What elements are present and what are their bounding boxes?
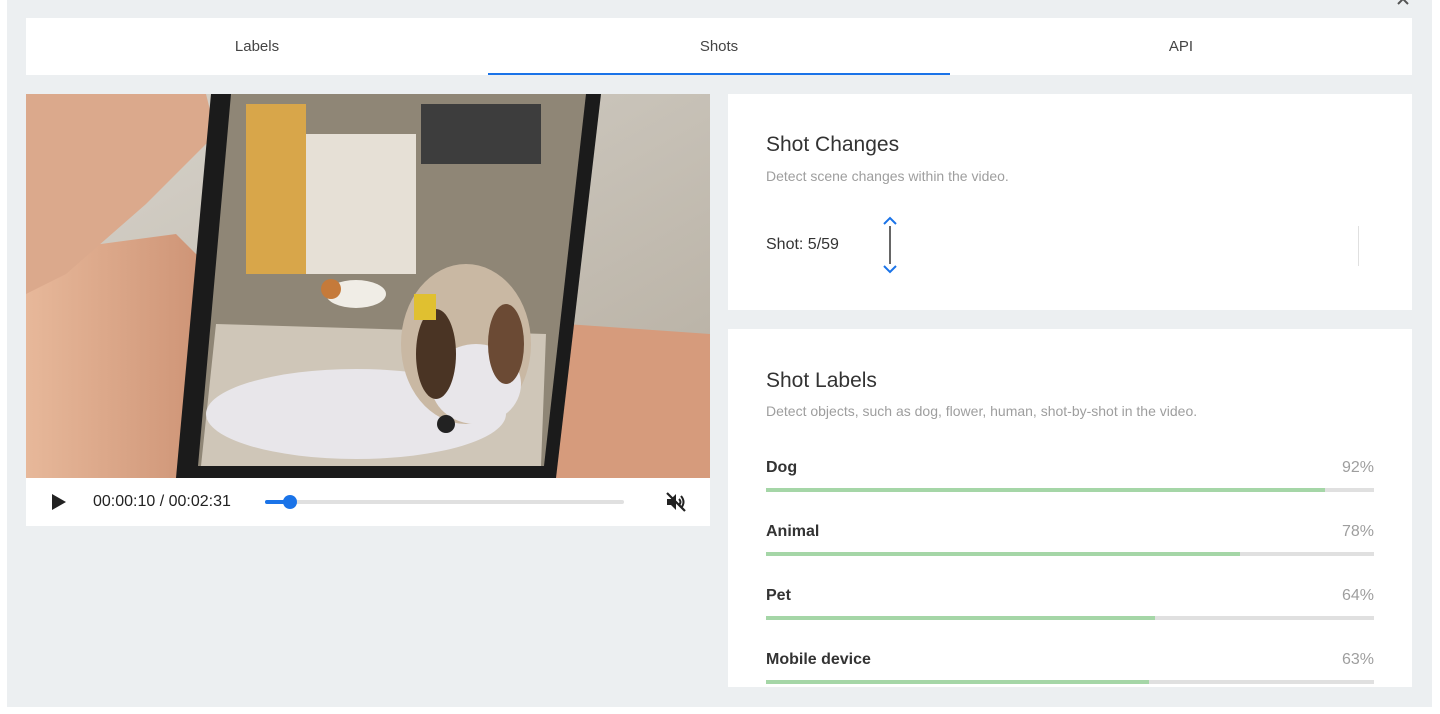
confidence-bar [766, 680, 1374, 684]
label-row: Mobile device 63% [766, 651, 1374, 687]
label-name: Mobile device [766, 651, 871, 668]
video-frame[interactable] [26, 94, 710, 478]
tab-shots[interactable]: Shots [488, 18, 950, 75]
app-container: Labels Shots API 00:00:10 / 00:02:31 Sho… [7, 0, 1432, 707]
label-row: Pet 64% [766, 587, 1374, 627]
label-percent: 63% [1341, 651, 1374, 668]
tab-api[interactable]: API [950, 18, 1412, 75]
seek-bar[interactable] [265, 495, 624, 509]
divider [1358, 226, 1359, 266]
label-row: Dog 92% [766, 459, 1374, 499]
shot-labels-card: Shot Labels Detect objects, such as dog,… [728, 329, 1412, 687]
video-player: 00:00:10 / 00:02:31 [26, 94, 710, 526]
video-controls: 00:00:10 / 00:02:31 [26, 478, 710, 526]
card-subtitle: Detect scene changes within the video. [766, 168, 1009, 184]
play-icon[interactable] [52, 494, 66, 510]
tab-label: Shots [699, 38, 739, 55]
label-name: Dog [766, 459, 798, 476]
confidence-bar [766, 488, 1374, 492]
confidence-fill [766, 616, 1156, 620]
label-row: Animal 78% [766, 523, 1374, 563]
shot-counter: Shot: 5/59 [766, 236, 839, 253]
tab-label: API [1168, 38, 1194, 55]
card-subtitle: Detect objects, such as dog, flower, hum… [766, 403, 1198, 419]
label-percent: 64% [1341, 587, 1374, 604]
card-title: Shot Labels [766, 369, 877, 392]
card-title: Shot Changes [766, 133, 900, 156]
time-display: 00:00:10 / 00:02:31 [93, 493, 231, 510]
tab-labels[interactable]: Labels [26, 18, 488, 75]
confidence-fill [766, 488, 1326, 492]
label-percent: 92% [1341, 459, 1374, 476]
label-name: Pet [766, 587, 791, 604]
label-percent: 78% [1341, 523, 1374, 540]
tab-bar: Labels Shots API [26, 18, 1412, 75]
seek-thumb[interactable] [283, 495, 298, 509]
shot-stepper-icon[interactable] [878, 216, 902, 276]
confidence-fill [766, 552, 1241, 556]
tab-label: Labels [234, 38, 280, 55]
label-name: Animal [766, 523, 820, 540]
confidence-fill [766, 680, 1150, 684]
shot-changes-card: Shot Changes Detect scene changes within… [728, 94, 1412, 310]
close-icon[interactable] [1396, 0, 1410, 6]
confidence-bar [766, 552, 1374, 556]
video-thumbnail [26, 94, 710, 478]
confidence-bar [766, 616, 1374, 620]
volume-off-icon[interactable] [664, 490, 688, 514]
